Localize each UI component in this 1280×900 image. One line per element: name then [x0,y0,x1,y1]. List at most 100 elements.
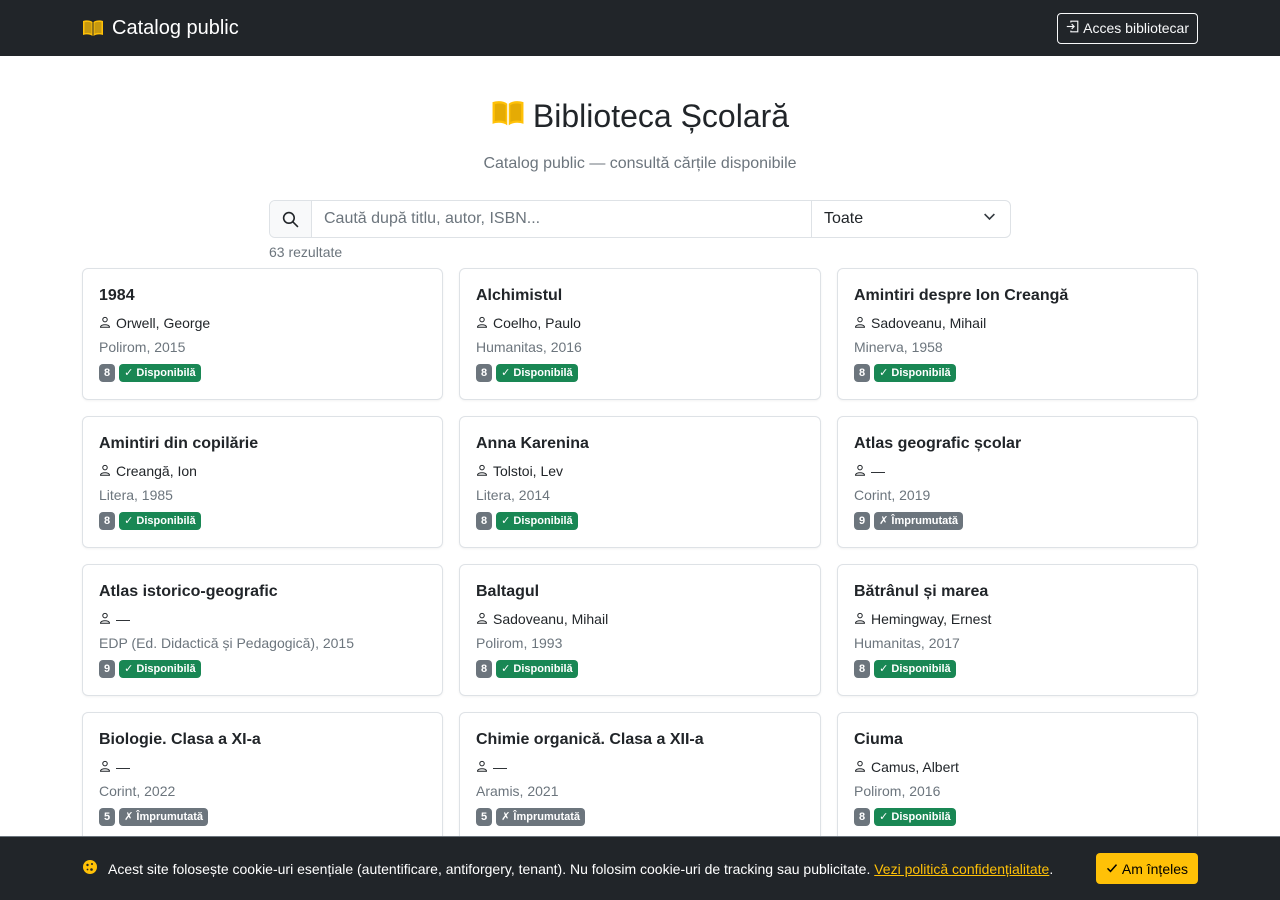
book-title: 1984 [99,287,135,304]
status-badge: ✓ Disponibilă [119,660,201,678]
book-author-name: Sadoveanu, Mihail [493,611,609,627]
book-title: Bătrânul și marea [854,583,989,600]
hero: Biblioteca Școlară Catalog public — cons… [0,56,1280,260]
book-card[interactable]: Bătrânul și marea Hemingway, Ernest Humani… [837,564,1198,696]
book-badges: 8 ✓ Disponibilă [99,364,426,382]
book-badges: 8 ✓ Disponibilă [476,660,804,678]
book-badges: 8 ✓ Disponibilă [854,660,1181,678]
book-author-name: Tolstoi, Lev [493,463,564,479]
book-title: Atlas geografic școlar [854,435,1022,452]
cookie-text-period: . [1049,860,1054,877]
copies-badge: 8 [476,660,493,678]
status-badge: ✓ Disponibilă [496,660,578,678]
open-book-icon [491,98,525,135]
book-title: Anna Karenina [476,435,589,452]
book-card[interactable]: 1984 Orwell, George Polirom, 2015 8 ✓ Dispon… [82,268,443,400]
login-label: Acces bibliotecar [1083,20,1189,36]
status-badge: ✗ Împrumutată [496,808,586,826]
search-area: Toate 63 rezultate [269,200,1011,260]
book-author-name: Hemingway, Ernest [871,611,992,627]
brand-text: Catalog public [112,16,239,39]
book-badges: 9 ✗ Împrumutată [854,512,1181,530]
book-card[interactable]: Ciuma Camus, Albert Polirom, 2016 8 ✓ Dispon… [837,712,1198,844]
book-card[interactable]: Chimie organică. Clasa a XII-a — Aramis, 2… [459,712,821,844]
book-author: — [854,462,1181,480]
librarian-login-button[interactable]: Acces bibliotecar [1057,12,1198,44]
page-title: Biblioteca Școlară [491,98,789,135]
availability-filter-select[interactable]: Toate [811,201,1010,237]
book-card[interactable]: Atlas istorico-geografic — EDP (Ed. Didact… [82,564,443,696]
book-card[interactable]: Biologie. Clasa a XI-a — Corint, 2022 5 ✗ Îm… [82,712,443,844]
book-author: Sadoveanu, Mihail [854,314,1181,332]
status-badge: ✗ Împrumutată [119,808,209,826]
accept-cookies-button[interactable]: Am înțeles [1095,853,1198,884]
status-badge: ✓ Disponibilă [874,808,956,826]
book-badges: 8 ✓ Disponibilă [99,512,426,530]
book-badges: 5 ✗ Împrumutată [476,808,804,826]
person-icon [99,759,111,775]
status-badge: ✓ Disponibilă [496,512,578,530]
book-publisher: Humanitas, 2016 [476,339,582,355]
open-book-icon [82,19,104,37]
book-author-name: Orwell, George [116,315,211,331]
book-card[interactable]: Amintiri despre Ion Creangă Sadoveanu, Mi… [837,268,1198,400]
book-badges: 8 ✓ Disponibilă [476,364,804,382]
book-badges: 9 ✓ Disponibilă [99,660,426,678]
page-subtitle: Catalog public — consultă cărțile dispon… [483,155,797,172]
copies-badge: 8 [854,364,871,382]
check-icon [1106,861,1118,877]
book-title: Ciuma [854,731,903,748]
book-author-name: — [116,611,130,627]
book-title: Amintiri despre Ion Creangă [854,287,1069,304]
copies-badge: 8 [99,364,116,382]
book-publisher: EDP (Ed. Didactică și Pedagogică), 2015 [99,635,354,651]
copies-badge: 8 [99,512,116,530]
book-author-name: Creangă, Ion [116,463,197,479]
book-title: Amintiri din copilărie [99,435,259,452]
book-card[interactable]: Anna Karenina Tolstoi, Lev Litera, 2014 8 ✓ … [459,416,821,548]
book-author: Hemingway, Ernest [854,610,1181,628]
book-publisher: Litera, 1985 [99,487,173,503]
book-author: Tolstoi, Lev [476,462,804,480]
person-icon [99,315,111,331]
privacy-policy-link[interactable]: Vezi politică confidențialitate [874,861,1049,877]
book-title: Atlas istorico-geografic [99,583,278,600]
cookie-banner: Acest site folosește cookie-uri esențial… [0,836,1280,900]
person-icon [476,463,488,479]
cookie-icon [82,859,98,878]
box-arrow-in-icon [1066,20,1079,36]
page-title-text: Biblioteca Școlară [532,98,790,134]
cookie-text: Acest site folosește cookie-uri esențial… [108,861,1053,877]
book-author-name: Coelho, Paulo [493,315,581,331]
book-grid: 1984 Orwell, George Polirom, 2015 8 ✓ Dispon… [82,268,1198,844]
book-card[interactable]: Atlas geografic școlar — Corint, 2019 9 ✗ Îm… [837,416,1198,548]
book-author-name: Sadoveanu, Mihail [871,315,987,331]
status-badge: ✗ Împrumutată [874,512,964,530]
book-publisher: Litera, 2014 [476,487,550,503]
accept-cookies-label: Am înțeles [1121,860,1188,877]
copies-badge: 9 [99,660,116,678]
book-badges: 8 ✓ Disponibilă [476,512,804,530]
book-author: Sadoveanu, Mihail [476,610,804,628]
book-author-name: Camus, Albert [871,759,959,775]
book-publisher: Polirom, 1993 [476,635,563,651]
book-card[interactable]: Baltagul Sadoveanu, Mihail Polirom, 1993 8 ✓… [459,564,821,696]
book-title: Alchimistul [476,287,563,304]
search-input[interactable] [312,201,811,237]
copies-badge: 8 [476,512,493,530]
person-icon [99,611,111,627]
book-author: Creangă, Ion [99,462,426,480]
book-badges: 8 ✓ Disponibilă [854,364,1181,382]
status-badge: ✓ Disponibilă [119,512,201,530]
book-title: Chimie organică. Clasa a XII-a [476,731,704,748]
copies-badge: 5 [99,808,116,826]
book-card[interactable]: Amintiri din copilărie Creangă, Ion Litera… [82,416,443,548]
results-count: 63 rezultate [269,244,343,260]
person-icon [854,315,866,331]
book-badges: 5 ✗ Împrumutată [99,808,426,826]
person-icon [476,315,488,331]
book-badges: 8 ✓ Disponibilă [854,808,1181,826]
brand-link[interactable]: Catalog public [82,17,239,40]
book-card[interactable]: Alchimistul Coelho, Paulo Humanitas, 2016 8… [459,268,821,400]
book-publisher: Aramis, 2021 [476,783,559,799]
